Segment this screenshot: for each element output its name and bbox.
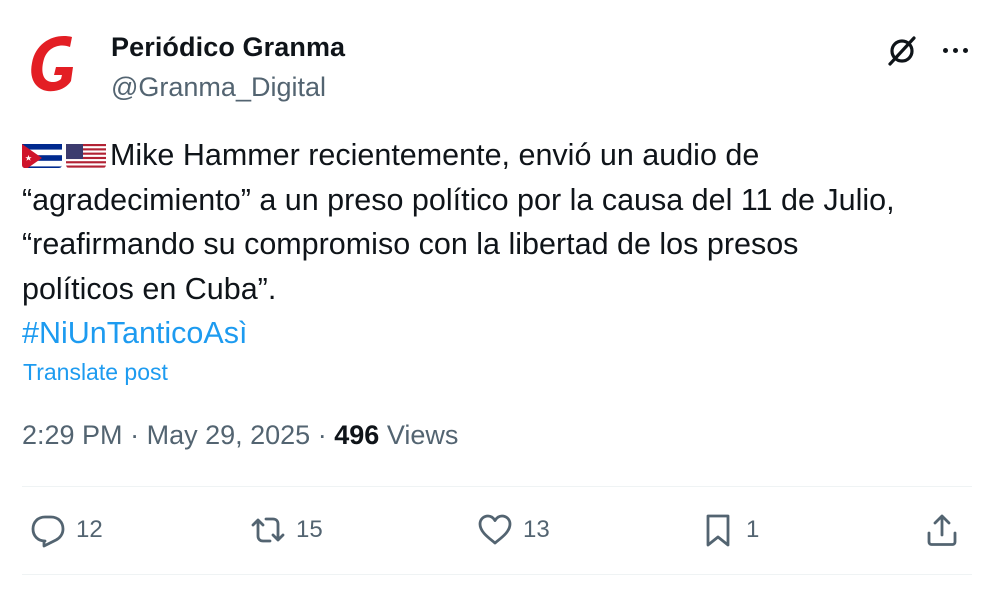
author-handle[interactable]: @Granma_Digital	[111, 72, 326, 103]
tweet-line-3: “reafirmando su compromiso con la libert…	[22, 227, 799, 261]
bookmark-button[interactable]: 1	[700, 508, 759, 552]
views-label: Views	[386, 420, 459, 450]
translate-post-link[interactable]: Translate post	[23, 359, 168, 386]
post-date[interactable]: May 29, 2025	[147, 420, 311, 450]
views-count: 496	[334, 420, 380, 450]
reply-icon	[31, 515, 65, 548]
repost-count: 15	[296, 516, 323, 543]
post-time[interactable]: 2:29 PM	[22, 420, 123, 450]
tweet-line-4: políticos en Cuba”.	[22, 271, 277, 306]
avatar[interactable]	[22, 30, 90, 98]
repost-icon	[251, 517, 285, 543]
share-button[interactable]	[924, 508, 960, 552]
cuba-flag-icon	[22, 140, 62, 168]
reply-count: 12	[76, 516, 103, 543]
granma-logo-icon	[31, 36, 73, 92]
bookmark-count: 1	[746, 516, 760, 543]
heart-icon	[478, 514, 512, 545]
bookmark-icon	[706, 514, 730, 547]
grok-icon[interactable]	[884, 33, 920, 69]
tweet-line-1: Mike Hammer recientemente, envió un audi…	[22, 133, 972, 178]
reply-button[interactable]: 12	[30, 508, 103, 552]
more-options-icon[interactable]	[937, 35, 973, 65]
meta-separator: ·	[317, 420, 327, 450]
tweet-line-2: “agradecimiento” a un preso político por…	[22, 182, 895, 217]
divider	[22, 574, 972, 575]
meta-separator: ·	[130, 420, 140, 450]
tweet-text: Mike Hammer recientemente, envió un audi…	[22, 133, 972, 356]
author-name[interactable]: Periódico Granma	[111, 32, 345, 63]
divider	[22, 486, 972, 487]
like-button[interactable]: 13	[477, 508, 550, 552]
usa-flag-icon	[66, 140, 106, 168]
hashtag-link[interactable]: #NiUnTanticoAsì	[22, 311, 972, 356]
share-icon	[927, 514, 957, 546]
repost-button[interactable]: 15	[250, 508, 323, 552]
like-count: 13	[523, 516, 550, 543]
tweet-meta: 2:29 PM · May 29, 2025 · 496 Views	[22, 420, 458, 451]
